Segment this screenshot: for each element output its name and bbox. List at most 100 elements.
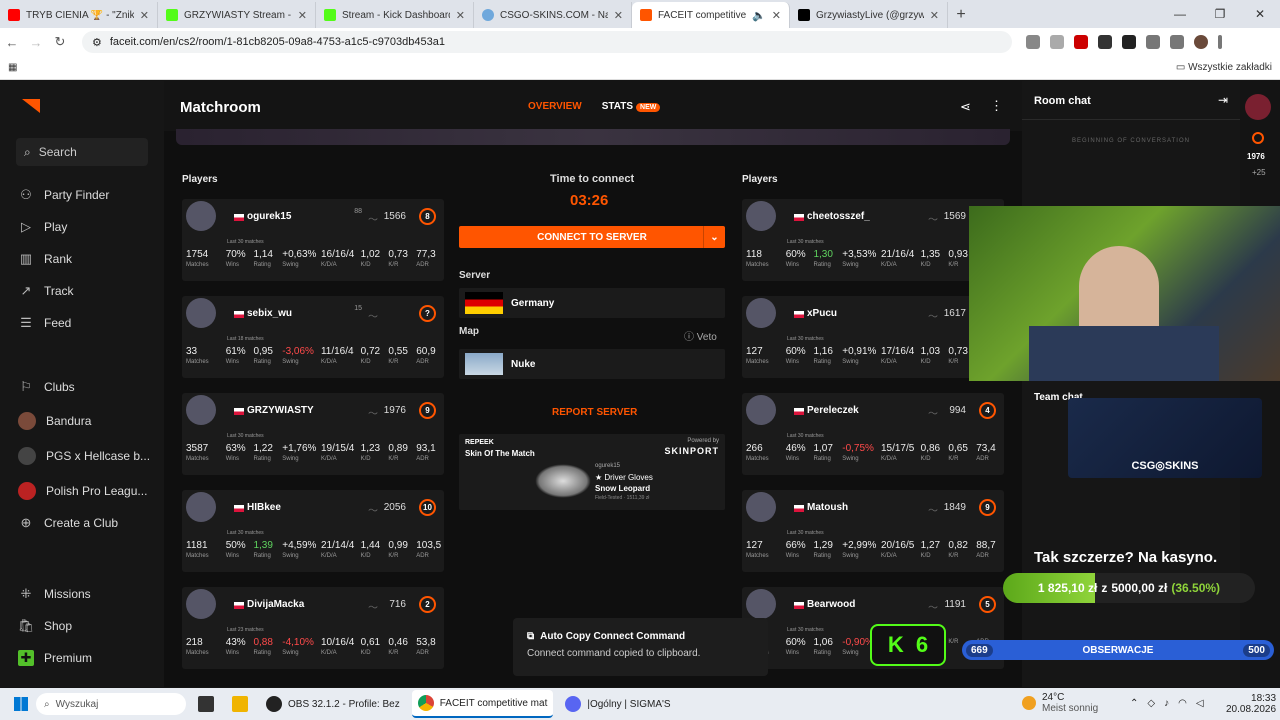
new-tab-button[interactable]: + <box>948 2 974 28</box>
volume-icon[interactable]: ◁ <box>1196 698 1204 709</box>
star-icon[interactable] <box>1050 35 1064 49</box>
player-avatar[interactable] <box>186 201 216 231</box>
player-avatar[interactable] <box>186 395 216 425</box>
more-icon[interactable]: ⋮ <box>990 98 1003 114</box>
back-icon[interactable]: ← <box>0 35 24 50</box>
sidebar-item-shop[interactable]: 🛍 Shop <box>18 618 158 634</box>
extension-icon[interactable] <box>1122 35 1136 49</box>
veto-button[interactable]: ⓘ Veto <box>684 328 717 343</box>
sidebar-club-bandura[interactable]: Bandura <box>18 412 158 430</box>
player-card[interactable]: GRZYWIASTY 〜 1976 9 Last 30 matches 3587 Match… <box>182 393 444 475</box>
sidebar-item-track[interactable]: ↗ Track <box>18 283 158 299</box>
tab-overview[interactable]: OVERVIEW <box>528 101 582 112</box>
apps-icon[interactable]: ▦ <box>8 62 17 73</box>
player-card[interactable]: xPucu 〜 1617 Last 30 matches 127 Matches 60% Wi… <box>742 296 1004 378</box>
create-club-button[interactable]: ⊕ Create a Club <box>18 515 158 531</box>
player-card[interactable]: sebix_wu 〜? 15 Last 18 matches 33 Matches 61% W… <box>182 296 444 378</box>
tab-stats[interactable]: STATS NEW <box>602 101 661 112</box>
media-icon[interactable] <box>1170 35 1184 49</box>
sidebar-club-polish-pro[interactable]: Polish Pro Leagu... <box>18 482 158 500</box>
forward-icon[interactable]: → <box>24 35 48 50</box>
sidebar-item-play[interactable]: ▷ Play <box>18 219 158 235</box>
taskbar-chrome[interactable]: FACEIT competitive mat <box>411 690 554 718</box>
player-avatar[interactable] <box>746 395 776 425</box>
player-name[interactable]: sebix_wu <box>247 308 292 319</box>
sidebar-item-clubs[interactable]: ⚐ Clubs <box>18 379 158 395</box>
clock[interactable]: 18:33 20.08.2026 <box>1226 693 1276 715</box>
close-icon[interactable]: ✕ <box>298 9 307 22</box>
report-server-button[interactable]: REPORT SERVER <box>552 407 637 418</box>
site-info-icon[interactable]: ⚙ <box>92 36 102 49</box>
all-bookmarks[interactable]: ▭ Wszystkie zakładki <box>1176 62 1272 73</box>
browser-tab[interactable]: CSGO-SKINS.COM - Najlepsze ✕ <box>474 2 632 28</box>
close-window-icon[interactable]: ✕ <box>1240 0 1280 28</box>
browser-tab[interactable]: GRZYWIASTY Stream - Watch Li ✕ <box>158 2 316 28</box>
chevron-up-icon[interactable]: ⌃ <box>1130 698 1138 709</box>
collapse-icon[interactable]: ⇥ <box>1218 93 1228 107</box>
dropbox-icon[interactable]: ◇ <box>1147 698 1155 709</box>
close-icon[interactable]: ✕ <box>456 9 465 22</box>
sidebar-item-feed[interactable]: ☰ Feed <box>18 315 158 331</box>
player-avatar[interactable] <box>746 201 776 231</box>
close-icon[interactable]: ✕ <box>614 9 623 22</box>
chevron-down-icon[interactable]: ⌄ <box>703 226 725 248</box>
mic-icon[interactable]: ♪ <box>1164 698 1169 709</box>
browser-tab-active[interactable]: FACEIT competitive match 🔈 ✕ <box>632 2 790 28</box>
close-icon[interactable]: ✕ <box>930 9 939 22</box>
sidebar-item-party-finder[interactable]: ⚇ Party Finder <box>18 187 158 203</box>
restore-icon[interactable]: ❐ <box>1200 0 1240 28</box>
player-name[interactable]: HIBkee <box>247 502 281 513</box>
speaker-icon[interactable]: 🔈 <box>752 9 766 22</box>
player-avatar[interactable] <box>186 298 216 328</box>
wifi-icon[interactable]: ◠ <box>1178 698 1187 709</box>
skinport-logo[interactable]: SKINPORT <box>664 446 719 456</box>
extension-icon[interactable] <box>1098 35 1112 49</box>
user-avatar[interactable] <box>1245 94 1271 120</box>
taskbar-discord[interactable]: |Ogólny | SIGMA'S <box>559 690 676 718</box>
player-card[interactable]: Matoush 〜 1849 9 Last 30 matches 127 Matches 66… <box>742 490 1004 572</box>
sidebar-item-missions[interactable]: ⁜ Missions <box>18 586 158 602</box>
player-card[interactable]: DivijaMacka 〜 716 2 Last 23 matches 218 Matche… <box>182 587 444 669</box>
player-avatar[interactable] <box>746 492 776 522</box>
profile-avatar[interactable] <box>1194 35 1208 49</box>
faceit-logo[interactable] <box>22 99 40 113</box>
player-name[interactable]: cheetosszef_ <box>807 211 870 222</box>
player-name[interactable]: Bearwood <box>807 599 855 610</box>
taskbar-search[interactable]: ⌕ Wyszukaj <box>36 693 186 715</box>
player-name[interactable]: xPucu <box>807 308 837 319</box>
taskbar-task-view[interactable] <box>192 690 220 718</box>
player-card[interactable]: cheetosszef_ 〜 1569 Last 30 matches 118 Match… <box>742 199 1004 281</box>
close-icon[interactable]: ✕ <box>772 9 781 22</box>
player-avatar[interactable] <box>186 589 216 619</box>
browser-tab[interactable]: Stream - Kick Dashboard ✕ <box>316 2 474 28</box>
player-card[interactable]: Pereleczek 〜 994 4 Last 30 matches 266 Matches… <box>742 393 1004 475</box>
windows-start-icon[interactable] <box>14 697 28 711</box>
share-icon[interactable]: ⋖ <box>960 99 971 115</box>
player-name[interactable]: GRZYWIASTY <box>247 405 314 416</box>
weather-widget[interactable]: 24°C Meist sonnig <box>1022 692 1098 714</box>
puzzle-icon[interactable] <box>1146 35 1160 49</box>
browser-tab[interactable]: TRYB CIENIA 🏆 - "Zniknij na 6 ✕ <box>0 2 158 28</box>
player-name[interactable]: Pereleczek <box>807 405 859 416</box>
taskbar-explorer[interactable] <box>226 690 254 718</box>
close-icon[interactable]: ✕ <box>140 9 149 22</box>
sidebar-item-premium[interactable]: ✚ Premium <box>18 650 158 666</box>
reload-icon[interactable]: ↻ <box>48 34 72 50</box>
sidebar-item-rank[interactable]: ▥ Rank <box>18 251 158 267</box>
player-avatar[interactable] <box>186 492 216 522</box>
menu-icon[interactable] <box>1218 35 1222 49</box>
minimize-icon[interactable]: — <box>1160 0 1200 28</box>
browser-tab[interactable]: GrzywiastyLive (@grzywiastylive ✕ <box>790 2 948 28</box>
player-avatar[interactable] <box>746 589 776 619</box>
player-avatar[interactable] <box>746 298 776 328</box>
connect-to-server-button[interactable]: CONNECT TO SERVER ⌄ <box>459 226 725 248</box>
translate-icon[interactable] <box>1026 35 1040 49</box>
player-name[interactable]: Matoush <box>807 502 848 513</box>
search-button[interactable]: ⌕ Search <box>16 138 148 166</box>
player-card[interactable]: ogurek15 〜 1566 8 88 Last 30 matches 1754 Match… <box>182 199 444 281</box>
player-name[interactable]: DivijaMacka <box>247 599 304 610</box>
player-card[interactable]: HIBkee 〜 2056 10 Last 30 matches 1181 Matches 5… <box>182 490 444 572</box>
player-name[interactable]: ogurek15 <box>247 211 291 222</box>
sidebar-club-pgs[interactable]: PGS x Hellcase b... <box>18 447 158 465</box>
url-field[interactable]: ⚙ faceit.com/en/cs2/room/1-81cb8205-09a8-… <box>82 31 1012 53</box>
